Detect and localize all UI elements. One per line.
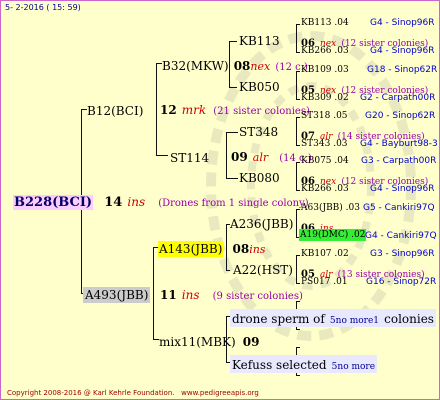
- tree-line: [229, 41, 237, 42]
- dam-code[interactable]: A493(JBB): [83, 287, 151, 303]
- tree-line: [296, 329, 300, 330]
- g3-g[interactable]: drone sperm of 5no more1 colonies: [230, 309, 436, 327]
- g4-ref: G4 - Sinop96R: [370, 184, 435, 194]
- g2-b-info: 09 alr (14 c.): [231, 150, 312, 164]
- tree-line: [296, 117, 300, 118]
- g4-ref: G4 - Sinop96R: [370, 18, 435, 28]
- tree-line: [296, 347, 300, 348]
- g4-row: ST318 .05: [301, 111, 348, 121]
- tree-line: [296, 162, 297, 190]
- footer-link[interactable]: www.pedigreeapis.org: [181, 389, 259, 397]
- g4-row: KB075 .04: [301, 156, 349, 166]
- g4-row: KB107 .02: [301, 249, 349, 259]
- g4-ref: G3 - Carpath00R: [361, 156, 437, 166]
- g2-d-code[interactable]: mix11(MBK): [159, 335, 236, 349]
- g3-h[interactable]: Kefuss selected 5no more: [230, 355, 378, 373]
- g4-ref: G4 - Cankiri97Q: [365, 231, 437, 241]
- sire-line: B12(BCI): [87, 102, 143, 118]
- g4-ref: G4 - Sinop96R: [370, 46, 435, 56]
- g4-row: KB266 .03: [301, 184, 349, 194]
- g2-c-code[interactable]: A143(JBB): [158, 241, 224, 257]
- g3-c[interactable]: ST348: [239, 126, 278, 138]
- g4-row: KB309 .02: [301, 93, 349, 103]
- root-queen: B228(BCI) 14 ins (Drones from 1 single c…: [13, 195, 309, 210]
- tree-line: [153, 247, 154, 339]
- tree-line: [296, 255, 300, 256]
- dam-line: A493(JBB): [83, 286, 151, 303]
- g4-ref: G20 - Sinop62R: [365, 111, 436, 121]
- g4-ref: G2 - Carpath00R: [360, 93, 436, 103]
- g2-a-code[interactable]: B32(MKW): [162, 59, 229, 73]
- tree-line: [296, 117, 297, 145]
- tree-line: [296, 145, 300, 146]
- g4-ref: G16 - Sinop72R: [366, 277, 437, 287]
- g4-ref: G3 - Sinop96R: [370, 249, 435, 259]
- pedigree-chart: 5- 2-2016 ( 15: 59) Copyright 2008-2016 …: [0, 0, 440, 400]
- tree-line: [226, 178, 238, 179]
- g4-row: A19(DMC) .02: [299, 229, 367, 241]
- tree-line: [296, 99, 300, 100]
- tree-line: [296, 71, 297, 99]
- g2-a: B32(MKW) 08nex (12 c.): [162, 59, 308, 73]
- tree-line: [296, 375, 300, 376]
- g4-ref: G4 - Bayburt98-3: [360, 139, 438, 149]
- g4-row: PS017 .01: [301, 277, 348, 287]
- g3-d[interactable]: KB080: [239, 172, 280, 184]
- tree-line: [296, 24, 300, 25]
- g4-row: KB109 .03: [301, 65, 349, 75]
- sire-colony-info: 12 mrk (21 sister colonies): [160, 103, 310, 117]
- g2-d: mix11(MBK) 09: [159, 335, 260, 349]
- tree-line: [226, 132, 227, 178]
- g3-a[interactable]: KB113: [239, 35, 280, 47]
- g4-row: A63(JBB) .03: [301, 203, 360, 213]
- g4-row: ST343 .03: [301, 139, 348, 149]
- g4-ref: G18 - Sinop62R: [367, 65, 438, 75]
- tree-line: [296, 190, 300, 191]
- tree-line: [229, 87, 237, 88]
- sire-code[interactable]: B12(BCI): [87, 104, 143, 118]
- g2-c: A143(JBB) 08ins: [158, 241, 266, 257]
- copyright-text: Copyright 2008-2016 @ Karl Kehrle Founda…: [7, 389, 259, 397]
- dam-colony-info: 11 ins (9 sister colonies): [160, 288, 303, 302]
- tree-line: [296, 209, 297, 237]
- date-stamp: 5- 2-2016 ( 15: 59): [5, 3, 81, 12]
- g2-b-code[interactable]: ST114: [170, 151, 209, 165]
- tree-line: [296, 209, 300, 210]
- tree-line: [296, 24, 297, 52]
- g3-f[interactable]: A22(HST): [233, 264, 293, 276]
- g2-b: ST114: [170, 149, 209, 165]
- tree-line: [156, 63, 157, 155]
- root-queen-code[interactable]: B228(BCI): [13, 195, 94, 210]
- tree-line: [296, 255, 297, 283]
- tree-line: [156, 155, 168, 156]
- g4-row: KB113 .04: [301, 18, 349, 28]
- g4-row: KB266 .03: [301, 46, 349, 56]
- g3-b[interactable]: KB050: [239, 81, 280, 93]
- g3-e[interactable]: A236(JBB): [230, 218, 293, 230]
- tree-line: [296, 52, 300, 53]
- tree-line: [296, 283, 300, 284]
- tree-line: [226, 270, 230, 271]
- tree-line: [226, 132, 238, 133]
- g4-ref: G5 - Cankiri97Q: [363, 203, 435, 213]
